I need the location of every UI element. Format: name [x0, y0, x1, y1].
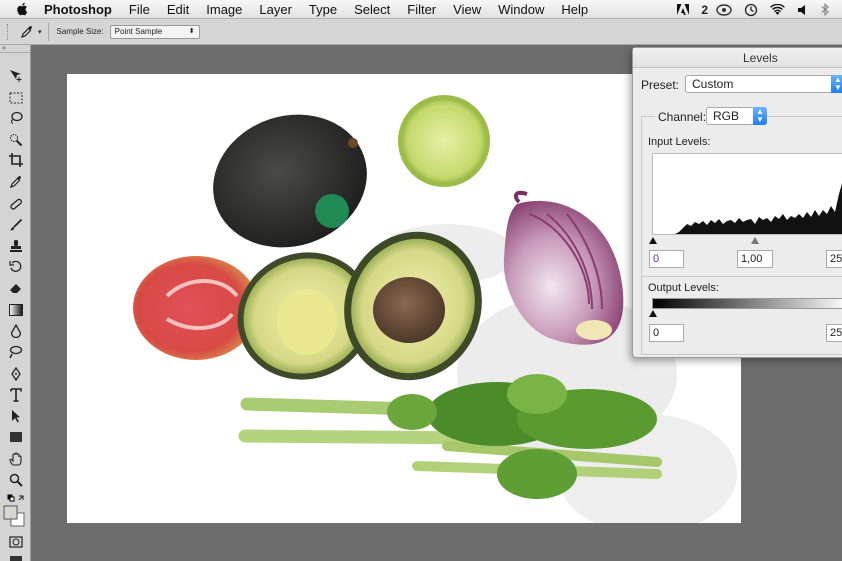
menu-extras: 2	[677, 0, 842, 19]
output-levels-label: Output Levels:	[648, 282, 719, 294]
input-gamma-field[interactable]: 1,00	[737, 250, 773, 268]
brush-tool-icon[interactable]	[6, 216, 26, 234]
apple-icon[interactable]	[14, 1, 30, 17]
adobe-icon[interactable]	[677, 4, 690, 15]
wifi-icon[interactable]	[770, 3, 785, 16]
channel-select[interactable]: RGB ▲ ▼	[706, 107, 767, 125]
sample-size-label: Sample Size:	[56, 27, 104, 36]
output-white-field[interactable]: 25	[826, 324, 842, 342]
menu-app-photoshop[interactable]: Photoshop	[44, 2, 112, 17]
tool-preset-chevron-icon[interactable]: ▾	[38, 28, 42, 36]
zoom-tool-icon[interactable]	[6, 471, 26, 489]
hand-tool-icon[interactable]	[6, 450, 26, 468]
input-black-slider[interactable]	[649, 237, 657, 244]
preset-label: Preset:	[641, 78, 680, 92]
gradient-tool-icon[interactable]	[6, 301, 26, 319]
select-arrows-icon: ▲ ▼	[753, 107, 767, 125]
color-swatches[interactable]	[3, 505, 25, 527]
menu-select[interactable]: Select	[354, 2, 390, 17]
history-brush-tool-icon[interactable]	[6, 258, 26, 276]
select-arrows-icon: ⬍	[188, 27, 195, 35]
select-arrows-icon: ▲ ▼	[831, 75, 842, 93]
sample-size-value: Point Sample	[114, 26, 163, 36]
menu-image[interactable]: Image	[206, 2, 242, 17]
healing-brush-tool-icon[interactable]	[6, 195, 26, 213]
preset-select[interactable]: Custom ▲ ▼	[685, 75, 842, 93]
tray-count: 2	[701, 2, 708, 17]
volume-icon[interactable]	[797, 4, 809, 16]
eyedropper-tool-icon[interactable]	[6, 173, 26, 191]
screen-mode-icon[interactable]	[6, 551, 26, 561]
channel-label: Channel:	[655, 110, 710, 124]
type-tool-icon[interactable]	[6, 386, 26, 404]
levels-dialog: Levels Preset: Custom ▲ ▼ Channel: RGB ▲ ▼…	[632, 47, 842, 358]
eyedropper-icon[interactable]	[20, 25, 34, 39]
marquee-tool-icon[interactable]	[6, 89, 26, 107]
menu-help[interactable]: Help	[561, 2, 588, 17]
menu-bar: Photoshop File Edit Image Layer Type Sel…	[0, 0, 842, 19]
pen-tool-icon[interactable]	[6, 365, 26, 383]
menu-type[interactable]: Type	[309, 2, 337, 17]
menu-file[interactable]: File	[129, 2, 150, 17]
output-black-slider[interactable]	[649, 310, 657, 317]
histogram-graph	[675, 183, 842, 234]
histogram	[652, 153, 842, 235]
rectangle-tool-icon[interactable]	[6, 428, 26, 446]
divider	[641, 276, 842, 277]
input-black-field[interactable]: 0	[649, 250, 684, 268]
quick-selection-tool-icon[interactable]	[6, 131, 26, 149]
lasso-tool-icon[interactable]	[6, 109, 26, 127]
input-white-field[interactable]: 25	[826, 250, 842, 268]
blur-tool-icon[interactable]	[6, 322, 26, 340]
eraser-tool-icon[interactable]	[6, 279, 26, 297]
levels-titlebar[interactable]: Levels	[633, 48, 842, 68]
levels-title: Levels	[743, 51, 778, 65]
channel-value: RGB	[713, 109, 740, 123]
menu-view[interactable]: View	[453, 2, 481, 17]
sample-size-select[interactable]: Point Sample ⬍	[109, 24, 200, 39]
move-tool-icon[interactable]	[6, 67, 26, 85]
menu-filter[interactable]: Filter	[407, 2, 436, 17]
levels-group	[641, 116, 842, 355]
bluetooth-icon[interactable]	[821, 3, 830, 16]
tools-panel: »	[0, 45, 31, 561]
menu-layer[interactable]: Layer	[259, 2, 292, 17]
menu-edit[interactable]: Edit	[167, 2, 189, 17]
time-machine-icon[interactable]	[744, 3, 758, 17]
clone-stamp-tool-icon[interactable]	[6, 237, 26, 255]
output-gradient	[652, 298, 842, 309]
panel-collapse-icon[interactable]: »	[0, 45, 30, 53]
options-bar-grip[interactable]	[7, 23, 11, 40]
input-gray-slider[interactable]	[751, 237, 759, 244]
crop-tool-icon[interactable]	[6, 151, 26, 169]
creative-cloud-icon[interactable]	[716, 3, 732, 16]
output-black-field[interactable]: 0	[649, 324, 684, 342]
input-levels-label: Input Levels:	[648, 136, 711, 148]
dodge-tool-icon[interactable]	[6, 343, 26, 361]
quick-mask-icon[interactable]	[6, 533, 26, 551]
path-selection-tool-icon[interactable]	[6, 407, 26, 425]
preset-value: Custom	[692, 77, 734, 91]
menu-window[interactable]: Window	[498, 2, 544, 17]
options-separator	[47, 22, 49, 41]
options-bar: ▾ Sample Size: Point Sample ⬍	[0, 19, 842, 45]
